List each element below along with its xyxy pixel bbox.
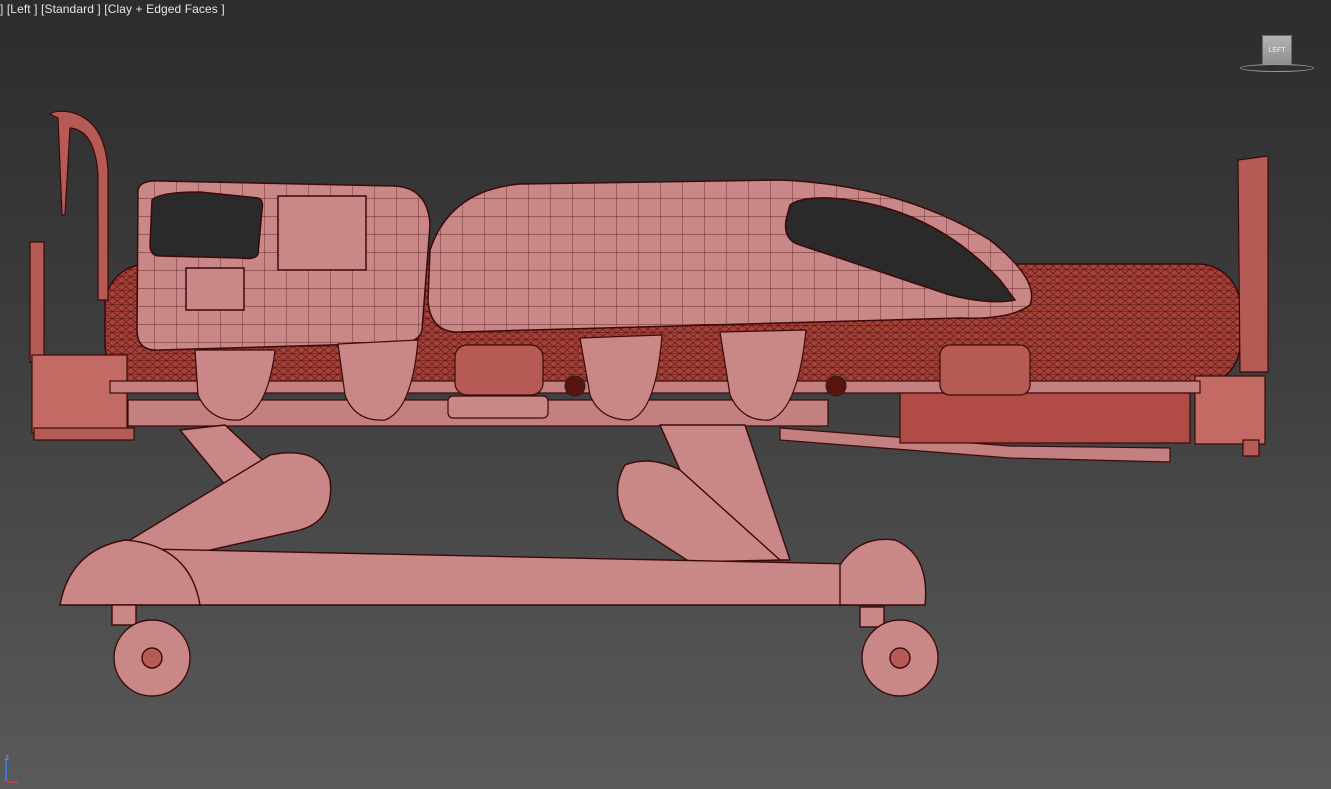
rail-wheel bbox=[825, 375, 847, 397]
lift-linkage bbox=[59, 424, 927, 606]
axis-z-label: z bbox=[5, 753, 9, 762]
caster-foot bbox=[859, 606, 939, 697]
viewport-left[interactable]: ] [Left ] [Standard ] [Clay + Edged Face… bbox=[0, 0, 1331, 789]
hospital-bed-model[interactable] bbox=[0, 0, 1331, 789]
caster-head bbox=[111, 604, 191, 697]
axis-tripod-icon: z bbox=[5, 753, 18, 783]
deck-rail bbox=[109, 380, 1201, 463]
rail-wheel bbox=[564, 375, 586, 397]
head-siderail bbox=[136, 180, 431, 351]
foot-siderail bbox=[427, 179, 1033, 333]
